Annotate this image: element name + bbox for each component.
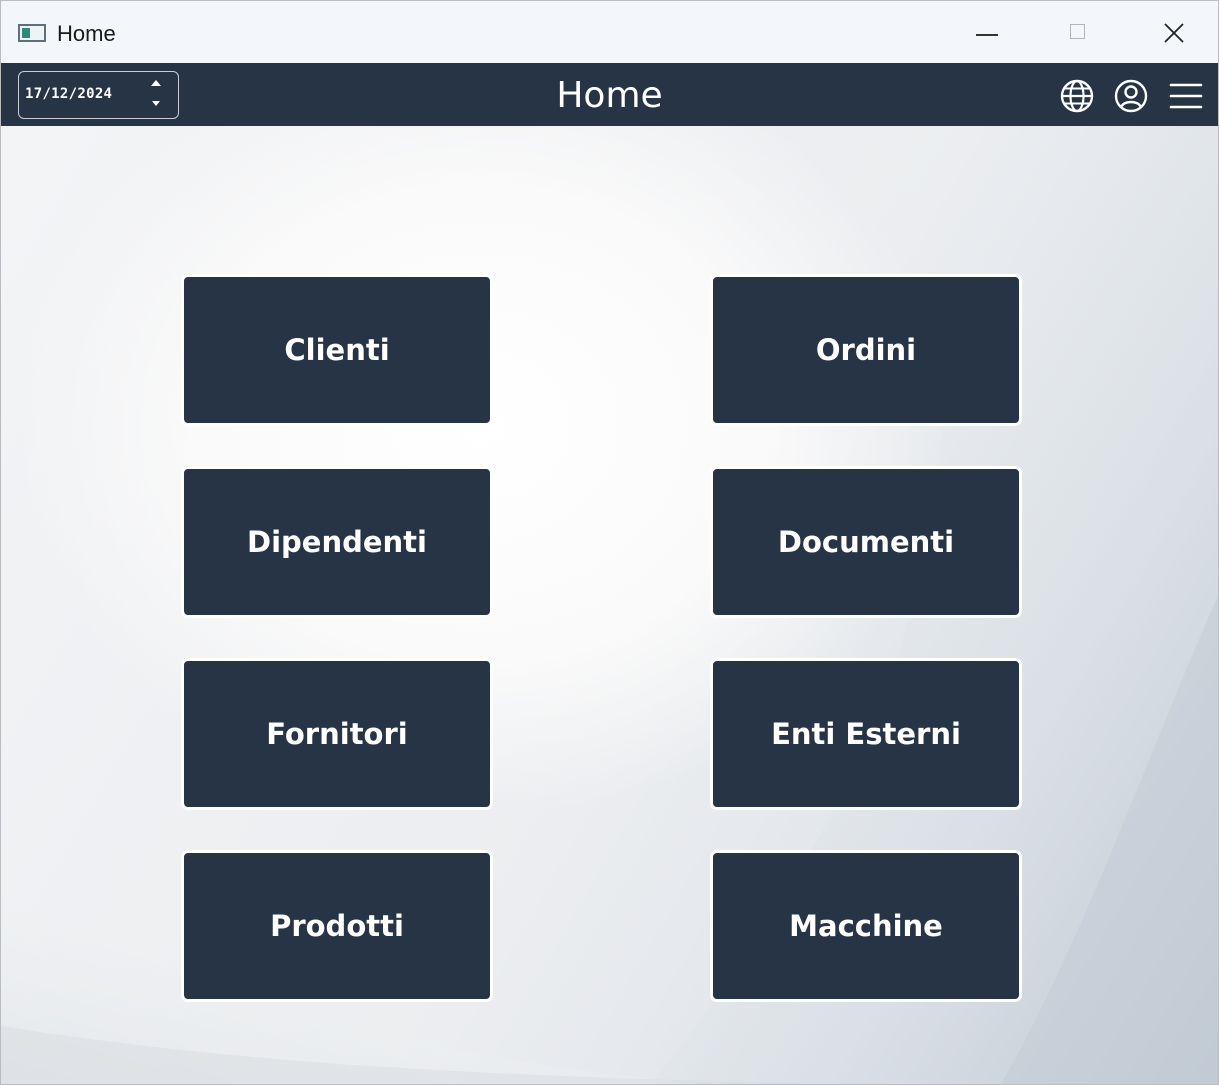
close-button[interactable] — [1146, 11, 1202, 55]
globe-icon[interactable] — [1059, 78, 1095, 114]
date-increment-icon[interactable] — [151, 80, 161, 86]
date-picker[interactable]: 17/12/2024 — [18, 71, 179, 119]
date-value[interactable]: 17/12/2024 — [25, 86, 112, 102]
tile-label: Dipendenti — [247, 525, 427, 559]
close-icon — [1164, 23, 1184, 43]
date-decrement-icon[interactable] — [152, 101, 160, 106]
app-window-icon — [18, 24, 46, 42]
user-circle-icon[interactable] — [1113, 78, 1149, 114]
page-title: Home — [556, 75, 663, 116]
home-content: Clienti Ordini Dipendenti Documenti Forn… — [1, 126, 1218, 1084]
window-titlebar[interactable]: Home — [1, 1, 1218, 63]
tile-documenti[interactable]: Documenti — [710, 466, 1022, 618]
window-title: Home — [57, 21, 116, 46]
tile-label: Documenti — [777, 525, 955, 559]
maximize-button[interactable] — [1051, 11, 1107, 55]
hamburger-menu-icon[interactable] — [1168, 78, 1204, 114]
tile-ordini[interactable]: Ordini — [710, 274, 1022, 426]
tile-fornitori[interactable]: Fornitori — [181, 658, 493, 810]
tile-prodotti[interactable]: Prodotti — [181, 850, 493, 1002]
minimize-icon — [976, 34, 998, 36]
tile-label: Ordini — [815, 333, 917, 367]
app-header: 17/12/2024 Home — [1, 63, 1218, 126]
tile-label: Fornitori — [266, 717, 408, 751]
maximize-icon — [1070, 24, 1085, 39]
tile-clienti[interactable]: Clienti — [181, 274, 493, 426]
app-window: Home 17/12/2024 Home Clienti Ordini Dipe… — [0, 0, 1219, 1085]
tile-label: Enti Esterni — [771, 717, 961, 751]
tile-label: Prodotti — [270, 909, 404, 943]
tile-macchine[interactable]: Macchine — [710, 850, 1022, 1002]
tile-label: Macchine — [789, 909, 943, 943]
tile-dipendenti[interactable]: Dipendenti — [181, 466, 493, 618]
tile-label: Clienti — [284, 333, 390, 367]
minimize-button[interactable] — [959, 11, 1015, 55]
tile-enti-esterni[interactable]: Enti Esterni — [710, 658, 1022, 810]
